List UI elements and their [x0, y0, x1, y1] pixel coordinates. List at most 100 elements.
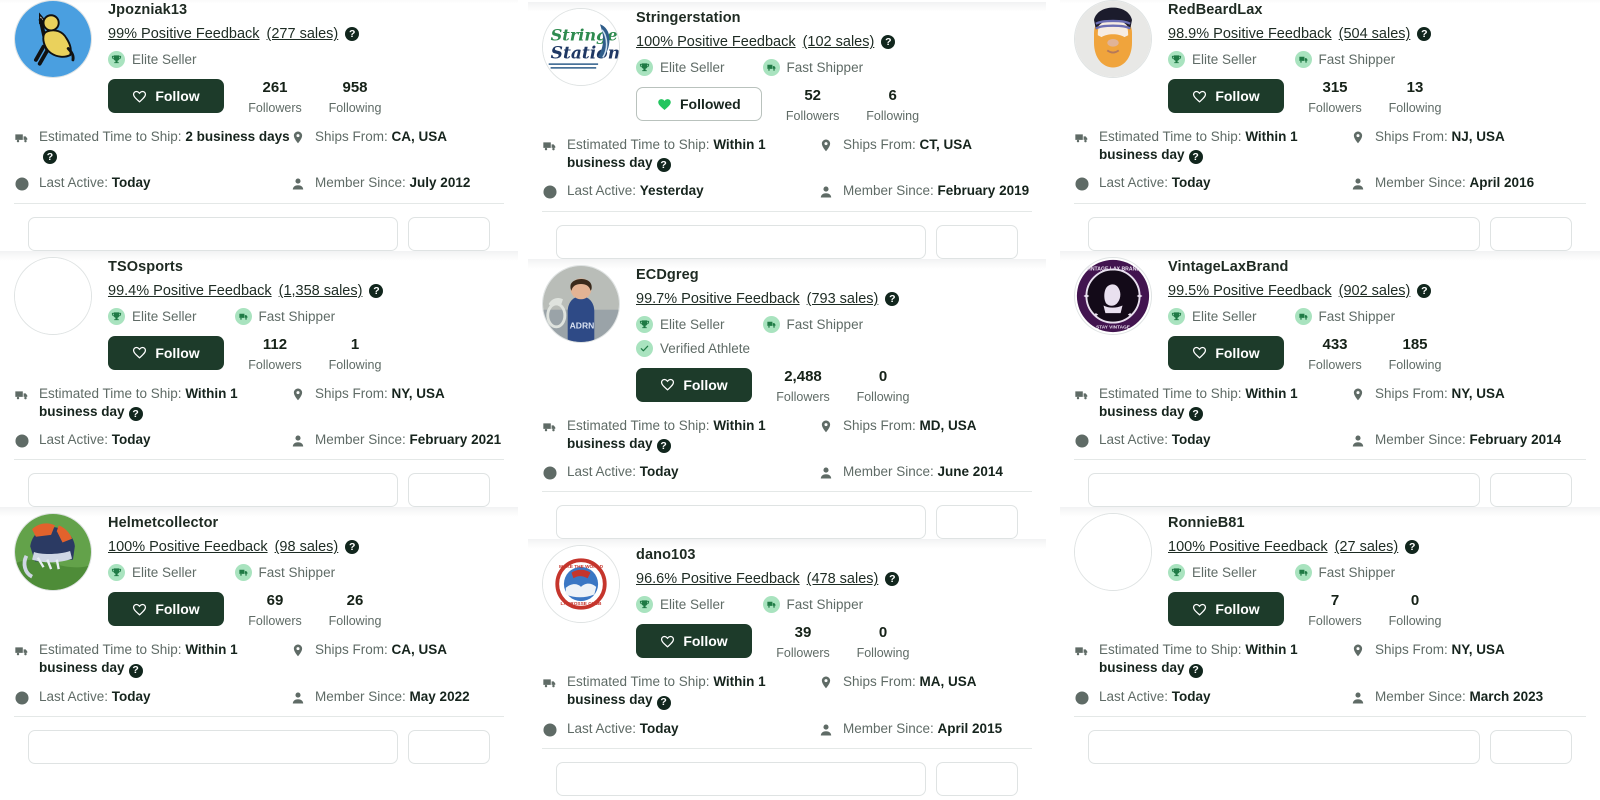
following-stat[interactable]: 185 Following [1386, 336, 1444, 372]
help-icon[interactable]: ? [656, 439, 671, 454]
share-button[interactable] [1490, 473, 1572, 508]
sales-count-link[interactable]: (102 sales) [803, 34, 875, 50]
avatar[interactable]: ADRN [542, 264, 620, 343]
help-icon[interactable]: ? [345, 540, 360, 555]
seller-username[interactable]: dano103 [636, 547, 1032, 564]
share-button[interactable] [408, 729, 490, 764]
followers-stat[interactable]: 39 Followers [774, 624, 832, 660]
positive-feedback-link[interactable]: 99.7% Positive Feedback [636, 291, 800, 307]
follow-button[interactable]: Follow [1168, 335, 1284, 370]
help-icon[interactable]: ? [369, 283, 384, 298]
positive-feedback-link[interactable]: 99.4% Positive Feedback [108, 283, 272, 299]
avatar[interactable] [1074, 513, 1152, 592]
sales-count-link[interactable]: (27 sales) [1335, 539, 1399, 555]
share-button[interactable] [1490, 216, 1572, 251]
following-stat[interactable]: 0 Following [854, 368, 912, 404]
share-button[interactable] [936, 224, 1018, 259]
help-icon[interactable]: ? [128, 663, 143, 678]
positive-feedback-link[interactable]: 100% Positive Feedback [108, 539, 268, 555]
following-stat[interactable]: 0 Following [1386, 592, 1444, 628]
following-stat[interactable]: 6 Following [864, 87, 922, 123]
positive-feedback-link[interactable]: 96.6% Positive Feedback [636, 571, 800, 587]
follow-button[interactable]: Follow [108, 592, 224, 627]
followers-stat[interactable]: 261 Followers [246, 79, 304, 115]
following-stat[interactable]: 0 Following [854, 624, 912, 660]
share-button[interactable] [1490, 729, 1572, 764]
help-icon[interactable]: ? [345, 27, 360, 42]
message-seller-button[interactable] [556, 224, 926, 259]
message-seller-button[interactable] [28, 473, 398, 508]
help-icon[interactable]: ? [885, 572, 900, 587]
seller-username[interactable]: ECDgreg [636, 267, 1032, 284]
share-button[interactable] [408, 216, 490, 251]
avatar[interactable] [14, 0, 92, 78]
message-seller-button[interactable] [28, 729, 398, 764]
sales-count-link[interactable]: (1,358 sales) [279, 283, 363, 299]
following-stat[interactable]: 13 Following [1386, 79, 1444, 115]
seller-username[interactable]: Jpozniak13 [108, 2, 504, 19]
share-button[interactable] [936, 505, 1018, 540]
following-stat[interactable]: 958 Following [326, 79, 384, 115]
sales-count-link[interactable]: (277 sales) [267, 26, 339, 42]
avatar[interactable] [14, 256, 92, 335]
message-seller-button[interactable] [1088, 216, 1480, 251]
help-icon[interactable]: ? [1188, 407, 1203, 422]
follow-button[interactable]: Follow [636, 624, 752, 659]
follow-button[interactable]: Follow [1168, 79, 1284, 114]
avatar[interactable]: LACROSSE CLUB MAKE THE WORLD [542, 545, 620, 624]
sales-count-link[interactable]: (98 sales) [275, 539, 339, 555]
sales-count-link[interactable]: (902 sales) [1339, 283, 1411, 299]
avatar[interactable]: VINTAGE LAX BRAND STAY VINTAGE [1074, 256, 1152, 335]
message-seller-button[interactable] [28, 216, 398, 251]
followers-stat[interactable]: 433 Followers [1306, 336, 1364, 372]
avatar[interactable]: StringersStation [542, 8, 620, 86]
follow-button[interactable]: Follow [1168, 592, 1284, 627]
followers-stat[interactable]: 7 Followers [1306, 592, 1364, 628]
followers-stat[interactable]: 2,488 Followers [774, 368, 832, 404]
following-stat[interactable]: 1 Following [326, 336, 384, 372]
follow-button[interactable]: Follow [108, 335, 224, 370]
followers-stat[interactable]: 69 Followers [246, 592, 304, 628]
seller-username[interactable]: Helmetcollector [108, 515, 504, 532]
help-icon[interactable]: ? [656, 158, 671, 173]
help-icon[interactable]: ? [1417, 27, 1432, 42]
followers-stat[interactable]: 112 Followers [246, 336, 304, 372]
following-stat[interactable]: 26 Following [326, 592, 384, 628]
help-icon[interactable]: ? [1188, 150, 1203, 165]
positive-feedback-link[interactable]: 100% Positive Feedback [636, 34, 796, 50]
help-icon[interactable]: ? [1417, 283, 1432, 298]
follow-button[interactable]: Follow [108, 79, 224, 114]
message-seller-button[interactable] [556, 505, 926, 540]
positive-feedback-link[interactable]: 99.5% Positive Feedback [1168, 283, 1332, 299]
avatar[interactable] [14, 513, 92, 592]
help-icon[interactable]: ? [1405, 540, 1420, 555]
message-seller-button[interactable] [1088, 729, 1480, 764]
help-icon[interactable]: ? [881, 35, 896, 50]
message-seller-button[interactable] [556, 761, 926, 796]
help-icon[interactable]: ? [43, 150, 57, 165]
share-button[interactable] [936, 761, 1018, 796]
followers-stat[interactable]: 52 Followers [784, 87, 842, 123]
follow-button-label: Follow [155, 88, 200, 105]
help-icon[interactable]: ? [128, 407, 143, 422]
followed-button[interactable]: Followed [636, 87, 762, 122]
positive-feedback-link[interactable]: 99% Positive Feedback [108, 26, 260, 42]
seller-username[interactable]: TSOsports [108, 259, 504, 276]
seller-username[interactable]: RedBeardLax [1168, 2, 1586, 19]
help-icon[interactable]: ? [885, 291, 900, 306]
sales-count-link[interactable]: (504 sales) [1339, 26, 1411, 42]
sales-count-link[interactable]: (793 sales) [807, 291, 879, 307]
positive-feedback-link[interactable]: 100% Positive Feedback [1168, 539, 1328, 555]
positive-feedback-link[interactable]: 98.9% Positive Feedback [1168, 26, 1332, 42]
message-seller-button[interactable] [1088, 473, 1480, 508]
help-icon[interactable]: ? [656, 695, 671, 710]
help-icon[interactable]: ? [1188, 663, 1203, 678]
follow-button[interactable]: Follow [636, 367, 752, 402]
sales-count-link[interactable]: (478 sales) [807, 571, 879, 587]
seller-username[interactable]: VintageLaxBrand [1168, 259, 1586, 276]
seller-username[interactable]: RonnieB81 [1168, 515, 1586, 532]
followers-stat[interactable]: 315 Followers [1306, 79, 1364, 115]
avatar[interactable] [1074, 0, 1152, 78]
share-button[interactable] [408, 473, 490, 508]
seller-username[interactable]: Stringerstation [636, 10, 1032, 27]
